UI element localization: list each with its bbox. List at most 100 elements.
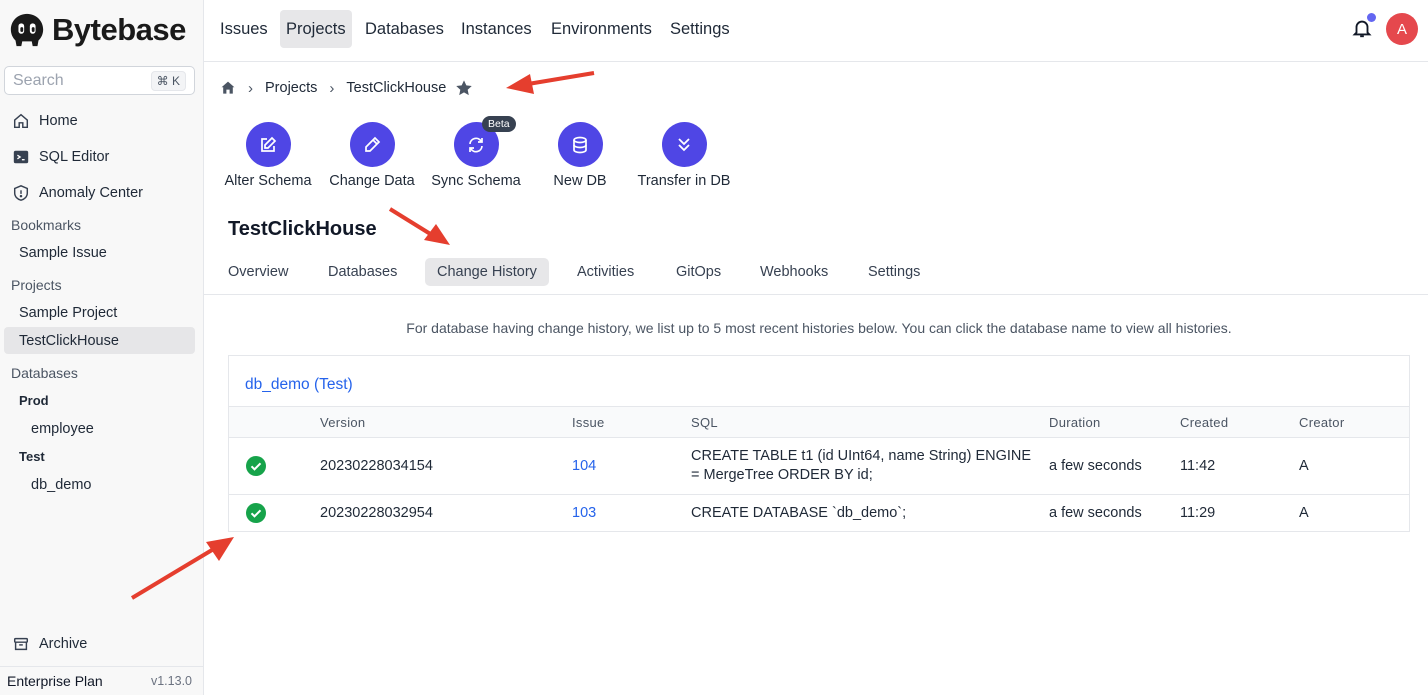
duration-cell: a few seconds	[1049, 505, 1142, 521]
sql-cell: CREATE DATABASE `db_demo`;	[691, 505, 907, 521]
column-header: Issue	[572, 415, 605, 430]
sidebar-item-home[interactable]: Home	[4, 107, 195, 135]
quick-action-label: Alter Schema	[224, 173, 312, 189]
tab-gitops[interactable]: GitOps	[664, 258, 733, 286]
version-cell: 20230228034154	[320, 458, 433, 474]
home-icon[interactable]	[220, 80, 236, 96]
arrow-to-tab-annotation	[388, 207, 450, 245]
table-row[interactable]: 20230228032954 103 CREATE DATABASE `db_d…	[229, 495, 1409, 532]
sync-icon	[469, 136, 483, 153]
change-data-button[interactable]: Change Data	[320, 122, 424, 189]
success-check-icon	[246, 503, 266, 523]
pencil-icon	[365, 136, 381, 152]
column-header: Duration	[1049, 415, 1101, 430]
breadcrumb-projects[interactable]: Projects	[265, 80, 317, 96]
search-input[interactable]: Search ⌘ K	[4, 66, 195, 95]
edit-square-icon	[261, 136, 277, 152]
sidebar-item-label: Archive	[39, 636, 88, 652]
table-row[interactable]: 20230228034154 104 CREATE TABLE t1 (id U…	[229, 438, 1409, 495]
sidebar-item-anomaly-center[interactable]: Anomaly Center	[4, 179, 195, 207]
app-name: Bytebase	[52, 12, 186, 47]
annotation-arrows	[130, 71, 595, 600]
quick-action-label: Transfer in DB	[637, 173, 731, 189]
table-header: Version Issue SQL Duration Created Creat…	[229, 406, 1409, 438]
top-navigation: Issues Projects Databases Instances Envi…	[204, 0, 1428, 62]
version-label: v1.13.0	[150, 674, 192, 688]
breadcrumb: › Projects › TestClickHouse	[220, 78, 473, 98]
tab-overview[interactable]: Overview	[216, 258, 300, 286]
environment-label[interactable]: Prod	[19, 393, 49, 408]
nav-settings[interactable]: Settings	[664, 10, 736, 48]
database-item[interactable]: employee	[31, 421, 94, 437]
change-history-info: For database having change history, we l…	[406, 320, 1232, 336]
new-db-button[interactable]: New DB	[528, 122, 632, 189]
archive-icon	[13, 637, 29, 651]
bytebase-logo-icon	[10, 13, 44, 47]
star-icon[interactable]	[455, 79, 473, 97]
database-title-link[interactable]: db_demo (Test)	[245, 376, 353, 394]
sidebar-item-label: Anomaly Center	[39, 185, 143, 201]
issue-link[interactable]: 103	[572, 505, 596, 521]
transfer-in-db-circle	[661, 122, 707, 167]
chevrons-down-icon	[678, 137, 690, 151]
bookmarks-heading: Bookmarks	[11, 217, 82, 233]
nav-environments[interactable]: Environments	[545, 10, 658, 48]
nav-instances[interactable]: Instances	[455, 10, 538, 48]
environment-label[interactable]: Test	[19, 449, 45, 464]
nav-projects[interactable]: Projects	[280, 10, 352, 48]
sync-schema-button[interactable]: Sync Schema	[424, 122, 528, 189]
arrow-to-star-annotation	[506, 71, 595, 94]
project-tabs: Overview Databases Change History Activi…	[204, 258, 1428, 295]
search-shortcut: ⌘ K	[150, 70, 186, 91]
project-item[interactable]: Sample Project	[4, 299, 195, 326]
column-header: Version	[320, 415, 366, 430]
page-title: TestClickHouse	[228, 218, 377, 240]
created-cell: 11:42	[1180, 458, 1216, 474]
sidebar: Bytebase Search ⌘ K Home SQL Editor Anom…	[0, 0, 204, 695]
chevron-right-icon: ›	[248, 79, 253, 97]
version-cell: 20230228032954	[320, 505, 433, 521]
shield-icon	[13, 185, 29, 201]
database-item[interactable]: db_demo	[31, 477, 91, 493]
tab-webhooks[interactable]: Webhooks	[748, 258, 840, 286]
bytebase-logo[interactable]: Bytebase	[8, 10, 186, 50]
duration-cell: a few seconds	[1049, 458, 1142, 474]
quick-action-label: Change Data	[329, 173, 415, 189]
sidebar-item-sql-editor[interactable]: SQL Editor	[4, 143, 195, 171]
plan-label[interactable]: Enterprise Plan	[7, 673, 103, 689]
avatar[interactable]: A	[1386, 13, 1418, 45]
tab-change-history[interactable]: Change History	[425, 258, 549, 286]
issue-link[interactable]: 104	[572, 458, 596, 474]
beta-badge: Beta	[482, 116, 516, 132]
column-header: Created	[1180, 415, 1229, 430]
search-placeholder: Search	[13, 71, 64, 89]
terminal-icon	[13, 150, 29, 164]
bookmark-item[interactable]: Sample Issue	[4, 239, 195, 266]
success-check-icon	[246, 456, 266, 476]
quick-action-label: Sync Schema	[431, 173, 521, 189]
sidebar-item-label: SQL Editor	[39, 149, 110, 165]
home-icon	[13, 113, 29, 129]
project-item-active[interactable]: TestClickHouse	[4, 327, 195, 354]
transfer-in-db-button[interactable]: Transfer in DB	[632, 122, 736, 189]
nav-issues[interactable]: Issues	[214, 10, 274, 48]
sidebar-footer: Enterprise Plan v1.13.0	[0, 666, 204, 695]
alter-schema-button[interactable]: Alter Schema	[216, 122, 320, 189]
nav-databases[interactable]: Databases	[359, 10, 450, 48]
sidebar-item-label: Home	[39, 113, 78, 129]
column-header: Creator	[1299, 415, 1345, 430]
tab-databases[interactable]: Databases	[316, 258, 409, 286]
tab-settings[interactable]: Settings	[856, 258, 932, 286]
sidebar-item-archive[interactable]: Archive	[4, 630, 195, 658]
column-header: SQL	[691, 415, 718, 430]
new-db-circle	[557, 122, 603, 167]
creator-cell: A	[1299, 505, 1309, 521]
sql-cell: CREATE TABLE t1 (id UInt64, name String)…	[691, 448, 1032, 483]
breadcrumb-current: TestClickHouse	[346, 80, 447, 96]
databases-heading: Databases	[11, 365, 78, 381]
projects-heading: Projects	[11, 277, 62, 293]
chevron-right-icon: ›	[329, 79, 335, 97]
quick-action-label: New DB	[553, 173, 607, 189]
notification-dot	[1367, 13, 1376, 22]
tab-activities[interactable]: Activities	[565, 258, 646, 286]
